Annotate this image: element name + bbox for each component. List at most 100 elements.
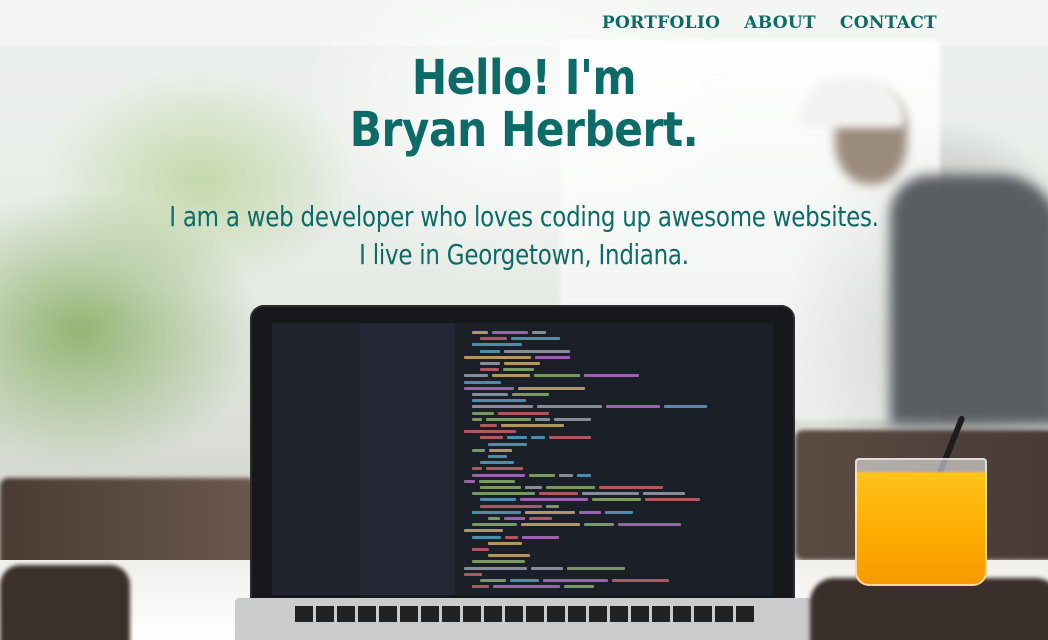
code-line-graphic — [480, 486, 521, 489]
code-line-graphic — [582, 492, 639, 496]
code-line-graphic — [480, 579, 506, 582]
code-line-graphic — [472, 510, 521, 514]
code-line-graphic — [472, 405, 533, 409]
code-line-graphic — [504, 517, 525, 520]
code-line-graphic — [472, 535, 501, 539]
code-line-graphic — [488, 517, 500, 520]
code-line-graphic — [464, 386, 514, 390]
hero-subtitle-line-1: I am a web developer who loves coding up… — [169, 200, 879, 233]
code-line-graphic — [464, 566, 527, 570]
code-line-graphic — [612, 579, 669, 582]
code-line-graphic — [529, 473, 555, 477]
code-line-graphic — [584, 374, 639, 378]
code-line-graphic — [488, 455, 507, 458]
top-nav-bar: PORTFOLIO ABOUT CONTACT — [0, 0, 1048, 46]
code-line-graphic — [606, 405, 660, 409]
code-line-graphic — [559, 473, 573, 477]
hero-title: Hello! I'm Bryan Herbert. — [63, 52, 985, 156]
keyboard-keys — [295, 606, 755, 622]
ide-file-tree-graphic — [360, 323, 455, 595]
code-line-graphic — [512, 393, 549, 396]
code-line-graphic — [489, 448, 512, 452]
code-line-graphic — [535, 417, 550, 421]
code-line-graphic — [488, 442, 527, 446]
hero-title-line-1: Hello! I'm — [411, 50, 637, 106]
code-line-graphic — [472, 411, 494, 415]
nav-link-contact[interactable]: CONTACT — [840, 13, 937, 33]
code-line-graphic — [505, 535, 518, 539]
code-line-graphic — [472, 560, 525, 564]
code-line-graphic — [549, 436, 591, 440]
code-line-graphic — [567, 566, 625, 570]
code-line-graphic — [464, 374, 488, 378]
code-line-graphic — [498, 411, 549, 415]
code-line-graphic — [472, 399, 526, 403]
laptop-image — [250, 305, 795, 605]
code-line-graphic — [510, 579, 539, 582]
hero-subtitle-line-2: I live in Georgetown, Indiana. — [359, 238, 689, 271]
code-line-graphic — [520, 498, 588, 502]
code-line-graphic — [618, 523, 681, 527]
code-line-graphic — [472, 492, 535, 496]
ide-sidebar-graphic — [272, 323, 360, 595]
code-line-graphic — [525, 486, 542, 489]
code-line-graphic — [546, 504, 559, 508]
code-line-graphic — [554, 417, 591, 421]
code-line-graphic — [472, 331, 488, 334]
code-line-graphic — [511, 337, 560, 341]
code-line-graphic — [480, 424, 497, 427]
code-line-graphic — [534, 374, 580, 378]
hero-section: Hello! I'm Bryan Herbert. I am a web dev… — [0, 52, 1048, 274]
main-nav: PORTFOLIO ABOUT CONTACT — [602, 0, 937, 46]
laptop-keyboard — [235, 598, 815, 640]
code-line-graphic — [472, 548, 489, 551]
code-line-graphic — [464, 380, 501, 384]
code-line-graphic — [564, 585, 594, 589]
code-line-graphic — [486, 467, 523, 471]
code-line-graphic — [584, 523, 614, 527]
code-line-graphic — [464, 572, 482, 576]
chair-left-back — [0, 478, 255, 568]
code-line-graphic — [507, 436, 527, 440]
code-line-graphic — [488, 554, 530, 558]
code-line-graphic — [532, 331, 546, 334]
code-line-graphic — [480, 436, 503, 440]
code-line-graphic — [546, 486, 595, 489]
code-line-graphic — [577, 473, 591, 477]
code-line-graphic — [472, 393, 508, 396]
code-line-graphic — [522, 535, 559, 539]
code-line-graphic — [464, 430, 516, 434]
code-line-graphic — [531, 566, 563, 570]
code-line-graphic — [480, 368, 499, 372]
hero-title-line-2: Bryan Herbert. — [349, 102, 699, 158]
code-line-graphic — [504, 362, 540, 365]
code-line-graphic — [535, 355, 570, 359]
laptop-screen — [272, 323, 773, 595]
orange-juice-glass — [855, 458, 987, 586]
nav-link-about[interactable]: ABOUT — [744, 13, 816, 33]
code-line-graphic — [472, 448, 485, 452]
code-line-graphic — [493, 585, 560, 589]
code-line-graphic — [480, 504, 542, 508]
code-line-graphic — [480, 362, 500, 365]
code-line-graphic — [537, 405, 602, 409]
code-line-graphic — [504, 349, 570, 353]
code-line-graphic — [486, 417, 531, 421]
nav-link-portfolio[interactable]: PORTFOLIO — [602, 13, 720, 33]
code-line-graphic — [480, 461, 514, 465]
code-line-graphic — [472, 467, 482, 471]
code-line-graphic — [529, 517, 552, 520]
code-line-graphic — [518, 386, 585, 390]
code-line-graphic — [472, 473, 525, 477]
code-line-graphic — [539, 492, 578, 496]
code-line-graphic — [464, 479, 475, 483]
code-line-graphic — [579, 510, 601, 514]
code-line-graphic — [492, 374, 530, 378]
code-line-graphic — [521, 523, 580, 527]
code-line-graphic — [492, 331, 528, 334]
code-line-graphic — [525, 510, 575, 514]
code-line-graphic — [464, 529, 503, 533]
code-line-graphic — [479, 479, 515, 483]
chair-left-seat — [0, 565, 130, 640]
ide-code-graphic — [458, 323, 773, 595]
